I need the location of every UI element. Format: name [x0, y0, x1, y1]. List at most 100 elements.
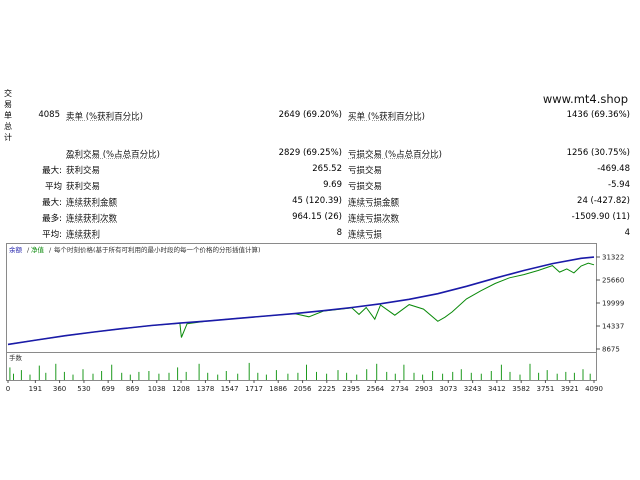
lots-bar — [82, 369, 84, 380]
x-tick-label: 191 — [29, 385, 42, 393]
x-tick-label: 3582 — [512, 385, 530, 393]
avg-consec-losses-label: 连续亏损 — [348, 230, 383, 240]
x-tick-label: 2734 — [391, 385, 409, 393]
largest-profit-value: 265.52 — [312, 164, 342, 174]
brand-watermark: www.mt4.shop — [542, 92, 628, 106]
max-consec-losses-value: 24 (-427.82) — [577, 196, 630, 206]
lots-chart: 手数 0 191 360 530 699 869 1038 1208 1378 1547 1717 1… — [6, 352, 632, 397]
x-tick-label: 2395 — [342, 385, 360, 393]
max-consec-profit-value: 964.15 (26) — [292, 212, 342, 222]
lots-bar — [248, 362, 250, 380]
balance-chart-svg: 余额 / 净值 / 每个时刻价格(基于所有可利用的最小时段的每一个价格的分形插值… — [6, 243, 624, 355]
x-tick-label: 699 — [101, 385, 114, 393]
sidebar-char: 计 — [4, 133, 12, 142]
lots-bar — [38, 365, 40, 380]
x-tick-label: 3243 — [464, 385, 482, 393]
x-tick-label: 1886 — [269, 385, 287, 393]
lots-bar — [413, 372, 415, 380]
x-tick-label: 2056 — [294, 385, 312, 393]
lots-bar — [326, 373, 328, 380]
lots-chart-svg: 手数 0 191 360 530 699 869 1038 1208 1378 1547 1717 1… — [6, 352, 603, 393]
chart-frame — [6, 243, 597, 355]
lots-bar — [556, 373, 558, 380]
lots-bar — [490, 371, 492, 380]
lots-bar — [177, 367, 179, 380]
lots-bar — [225, 371, 227, 380]
lots-bar — [452, 371, 454, 380]
loss-trades-label: 亏损交易 (%占总百分比) — [348, 150, 442, 160]
profit-trades-label: 盈利交易 (%占总百分比) — [66, 150, 160, 160]
summary-section-title: 交 易 单 总 计 — [4, 88, 14, 143]
short-positions-label: 卖单 (%获利百分比) — [66, 112, 143, 122]
sidebar-char: 交 — [4, 89, 12, 98]
lots-bar — [316, 371, 317, 380]
trade-summary-panel: 交 易 单 总 计 www.mt4.shop 4085 卖单 (%获利百分比) … — [0, 0, 640, 240]
legend-balance: 余额 — [9, 245, 23, 254]
x-tick-label: 1378 — [197, 385, 215, 393]
x-tick-label: 1547 — [221, 385, 239, 393]
lots-bar — [29, 374, 31, 380]
lots-bar — [460, 369, 462, 380]
lots-bar — [442, 373, 444, 380]
max2-prefix: 最大: — [42, 198, 62, 208]
loss-trades-value: 1256 (30.75%) — [566, 148, 630, 158]
largest-loss-label: 亏损交易 — [348, 166, 383, 176]
x-tick-label: 1038 — [148, 385, 166, 393]
lots-bar — [480, 373, 482, 380]
profit-trades-value: 2829 (69.25%) — [278, 148, 342, 158]
legend-tick-price: 每个时刻价格(基于所有可利用的最小时段的每一个价格的分形插值计算) — [54, 245, 261, 254]
lots-bar — [198, 363, 200, 380]
lots-bar — [111, 364, 113, 380]
avg-profit-label: 获利交易 — [66, 182, 101, 192]
lots-bar — [386, 371, 388, 380]
x-tick-label: 2225 — [318, 385, 336, 393]
y-tick-label: 31322 — [602, 254, 624, 262]
max-consec-wins-label: 连续获利金额 — [66, 198, 118, 208]
balance-chart: 余额 / 净值 / 每个时刻价格(基于所有可利用的最小时段的每一个价格的分形插值… — [6, 243, 632, 355]
lots-bar — [573, 372, 575, 380]
lots-bar — [275, 370, 277, 380]
x-tick-label: 360 — [53, 385, 66, 393]
largest-profit-label: 获利交易 — [66, 166, 101, 176]
lots-bar — [470, 372, 472, 380]
lots-bar — [257, 372, 259, 380]
lots-bar — [582, 369, 584, 380]
lots-bar — [121, 372, 123, 380]
avg-consec-wins-value: 8 — [336, 228, 342, 238]
x-tick-label: 3073 — [439, 385, 457, 393]
long-positions-value: 1436 (69.36%) — [566, 110, 630, 120]
max-consec-wins-value: 45 (120.39) — [292, 196, 342, 206]
avg2-prefix: 平均: — [42, 230, 62, 240]
lots-bar — [546, 370, 548, 380]
lots-bar — [394, 373, 396, 380]
lots-bar — [337, 370, 339, 380]
x-tick-label: 2564 — [366, 385, 384, 393]
lots-bar — [63, 371, 65, 380]
long-positions-label: 买单 (%获利百分比) — [348, 112, 425, 122]
short-positions-value: 2649 (69.20%) — [278, 110, 342, 120]
lots-bar — [565, 371, 567, 380]
lots-bar — [403, 364, 405, 380]
lots-bar — [158, 373, 160, 380]
lots-bar — [376, 363, 378, 380]
x-tick-label: 4090 — [585, 385, 603, 393]
avg-prefix: 平均 — [44, 182, 62, 192]
lots-bar — [509, 371, 511, 380]
x-tick-label: 3751 — [537, 385, 555, 393]
legend-equity: 净值 — [31, 245, 45, 254]
lots-bar — [45, 372, 47, 380]
lots-bar — [9, 367, 11, 380]
lots-bar — [538, 372, 540, 380]
sidebar-char: 易 — [4, 100, 12, 109]
x-tick-label: 1717 — [245, 385, 263, 393]
x-tick-label: 869 — [126, 385, 139, 393]
lots-bar — [101, 371, 103, 380]
lots-bar — [138, 371, 140, 380]
most-prefix: 最多: — [42, 214, 62, 224]
avg-loss-value: -5.94 — [608, 180, 630, 190]
x-tick-label: 3412 — [488, 385, 506, 393]
lots-bar — [129, 374, 131, 380]
lots-bar — [519, 374, 521, 380]
lots-bar — [366, 369, 368, 380]
lots-bar — [20, 370, 22, 380]
